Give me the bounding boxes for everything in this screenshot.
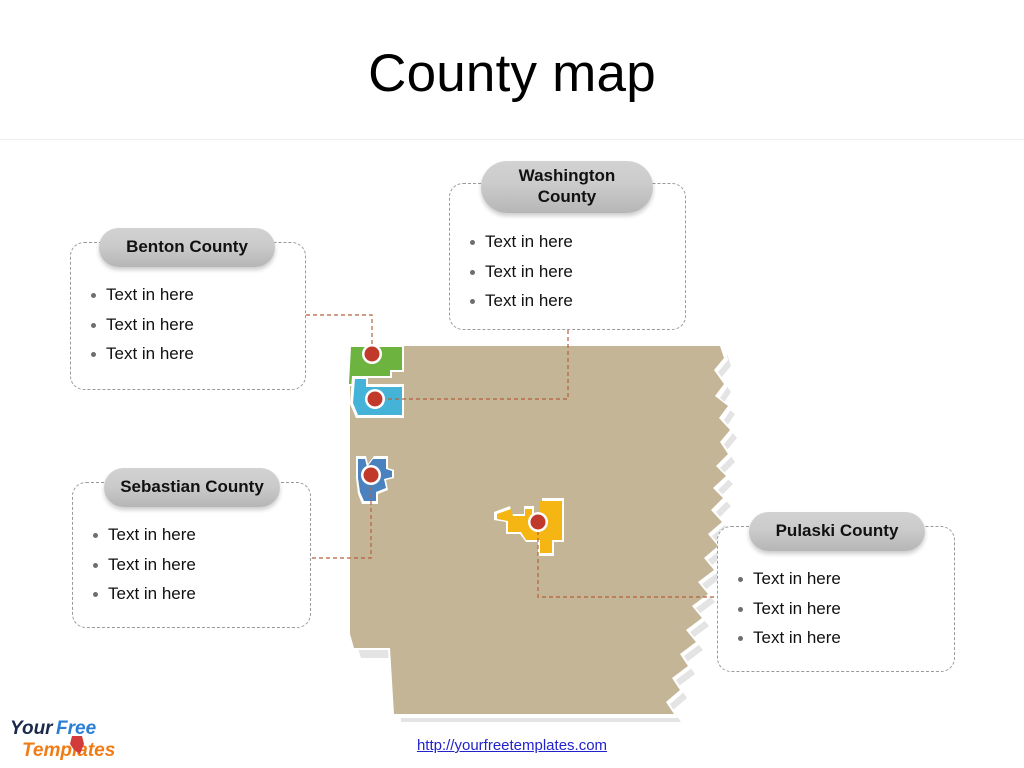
bullet-icon bbox=[470, 269, 475, 275]
callout-washington-bullets: Text in here Text in here Text in here bbox=[470, 232, 675, 321]
callout-pulaski-title[interactable]: Pulaski County bbox=[749, 512, 925, 551]
callout-sebastian-bullets: Text in here Text in here Text in here bbox=[93, 525, 300, 614]
logo-word-templates: Templates bbox=[22, 740, 115, 761]
logo-word-your: Your bbox=[10, 718, 54, 739]
bullet-icon bbox=[93, 592, 98, 598]
map-marker-benton[interactable] bbox=[362, 344, 382, 364]
list-item: Text in here bbox=[470, 262, 675, 283]
callout-washington-title[interactable]: Washington County bbox=[481, 161, 653, 213]
bullet-label: Text in here bbox=[485, 232, 573, 251]
bullet-icon bbox=[470, 299, 475, 305]
list-item: Text in here bbox=[93, 525, 300, 546]
list-item: Text in here bbox=[93, 555, 300, 576]
bullet-icon bbox=[738, 606, 743, 612]
list-item: Text in here bbox=[91, 344, 295, 365]
callout-benton-title[interactable]: Benton County bbox=[99, 228, 275, 267]
list-item: Text in here bbox=[470, 232, 675, 253]
callout-pulaski-bullets: Text in here Text in here Text in here bbox=[738, 569, 944, 658]
list-item: Text in here bbox=[470, 291, 675, 312]
bullet-label: Text in here bbox=[108, 525, 196, 544]
bullet-label: Text in here bbox=[753, 598, 841, 618]
slide-canvas: County map Text in here Text in here Tex… bbox=[0, 0, 1024, 768]
bullet-label: Text in here bbox=[108, 584, 196, 604]
bullet-icon bbox=[93, 562, 98, 568]
bullet-icon bbox=[91, 322, 96, 328]
bullet-label: Text in here bbox=[106, 285, 194, 304]
list-item: Text in here bbox=[738, 599, 944, 620]
bullet-icon bbox=[91, 352, 96, 358]
list-item: Text in here bbox=[91, 285, 295, 306]
bullet-label: Text in here bbox=[485, 291, 573, 311]
list-item: Text in here bbox=[738, 569, 944, 590]
logo-word-free: Free bbox=[56, 718, 97, 739]
bullet-icon bbox=[93, 532, 98, 538]
bullet-label: Text in here bbox=[106, 344, 194, 364]
list-item: Text in here bbox=[738, 628, 944, 649]
your-free-templates-logo: Your Free Templates bbox=[10, 718, 115, 761]
bullet-label: Text in here bbox=[485, 261, 573, 281]
bullet-label: Text in here bbox=[106, 314, 194, 334]
callout-benton-bullets: Text in here Text in here Text in here bbox=[91, 285, 295, 374]
callout-sebastian-title[interactable]: Sebastian County bbox=[104, 468, 280, 507]
map-marker-sebastian[interactable] bbox=[361, 465, 381, 485]
brand-logo[interactable]: Your Free Templates bbox=[8, 714, 158, 762]
map-marker-pulaski[interactable] bbox=[528, 512, 548, 532]
bullet-icon bbox=[738, 576, 743, 582]
bullet-label: Text in here bbox=[108, 554, 196, 574]
list-item: Text in here bbox=[93, 584, 300, 605]
bullet-label: Text in here bbox=[753, 569, 841, 588]
bullet-icon bbox=[91, 292, 96, 298]
bullet-icon bbox=[738, 636, 743, 642]
list-item: Text in here bbox=[91, 315, 295, 336]
bullet-label: Text in here bbox=[753, 628, 841, 648]
bullet-icon bbox=[470, 239, 475, 245]
map-marker-washington[interactable] bbox=[365, 389, 385, 409]
